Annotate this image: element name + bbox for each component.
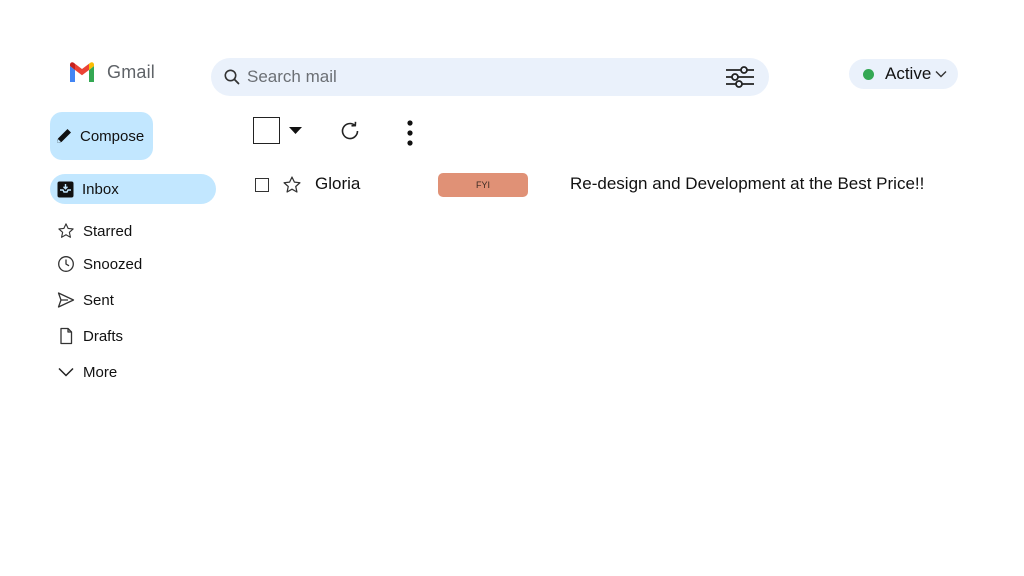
sidebar-item-label: Sent [83, 291, 114, 309]
compose-label: Compose [80, 127, 145, 145]
star-icon[interactable] [282, 175, 302, 195]
more-vert-icon[interactable] [405, 119, 415, 147]
file-icon [60, 327, 73, 345]
status-selector[interactable]: Active [849, 59, 958, 89]
sidebar-item-sent[interactable]: Sent [50, 285, 216, 315]
refresh-icon[interactable] [338, 119, 362, 143]
sidebar-item-label: Inbox [82, 180, 119, 198]
status-label: Active [885, 64, 932, 83]
chevron-down-icon [58, 367, 74, 377]
pencil-icon [57, 129, 71, 143]
sidebar-item-drafts[interactable]: Drafts [50, 321, 216, 351]
sidebar-item-snoozed[interactable]: Snoozed [50, 249, 216, 279]
gmail-logo[interactable]: Gmail [68, 58, 155, 86]
sidebar-item-inbox[interactable]: Inbox [50, 174, 216, 204]
send-icon [57, 292, 75, 308]
email-label-tag[interactable]: FYI [438, 173, 528, 197]
email-sender: Gloria [315, 174, 361, 193]
tune-filter-icon[interactable] [725, 65, 755, 89]
clock-icon [58, 256, 74, 272]
caret-down-icon[interactable] [288, 126, 303, 135]
select-all-checkbox[interactable] [253, 117, 280, 144]
search-input[interactable] [245, 66, 725, 88]
chevron-down-icon [935, 71, 947, 78]
sidebar-item-label: Starred [83, 222, 133, 240]
search-icon [224, 69, 240, 85]
star-icon [58, 223, 74, 238]
gmail-m-icon [70, 62, 94, 82]
sidebar-item-label: More [83, 363, 118, 381]
compose-button[interactable]: Compose [50, 112, 153, 160]
row-checkbox[interactable] [255, 178, 269, 192]
sidebar-item-label: Snoozed [83, 255, 143, 273]
email-subject: Re-design and Development at the Best Pr… [570, 174, 925, 193]
inbox-icon [57, 181, 74, 197]
sidebar-item-label: Drafts [83, 327, 124, 345]
sidebar-item-starred[interactable]: Starred [50, 216, 216, 246]
search-bar[interactable] [211, 58, 769, 96]
app-name: Gmail [107, 61, 156, 82]
sidebar-item-more[interactable]: More [50, 357, 216, 387]
status-dot-icon [863, 68, 874, 80]
